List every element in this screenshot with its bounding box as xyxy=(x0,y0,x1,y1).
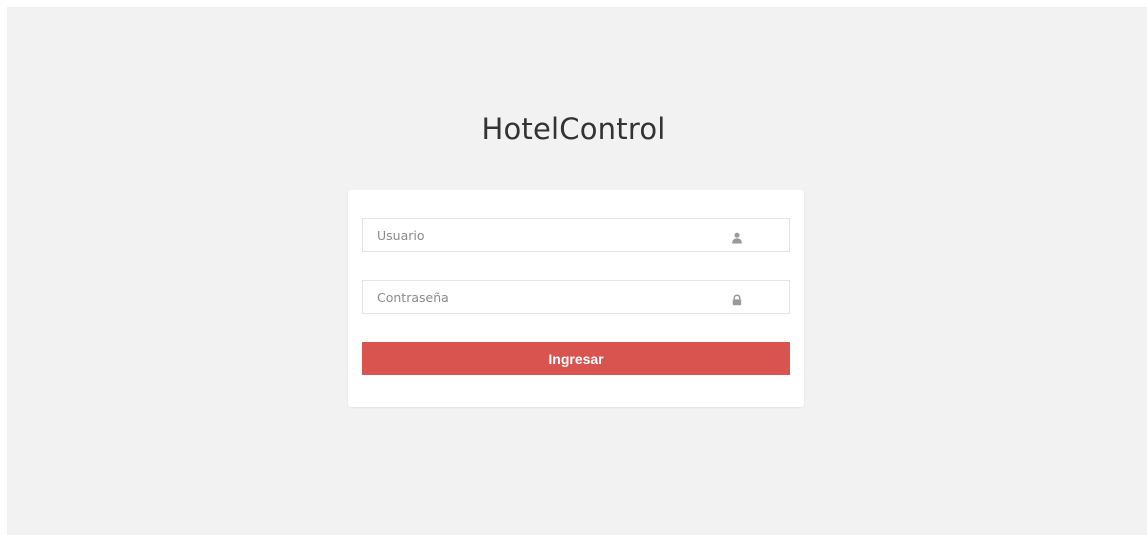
password-input[interactable] xyxy=(363,281,789,313)
app-title: HotelControl xyxy=(481,112,666,146)
user-icon xyxy=(731,229,743,244)
username-field xyxy=(362,218,790,252)
login-button[interactable]: Ingresar xyxy=(362,342,790,375)
username-input[interactable] xyxy=(363,219,789,251)
login-card: Ingresar xyxy=(348,190,804,407)
password-field xyxy=(362,280,790,314)
lock-icon xyxy=(731,291,743,306)
